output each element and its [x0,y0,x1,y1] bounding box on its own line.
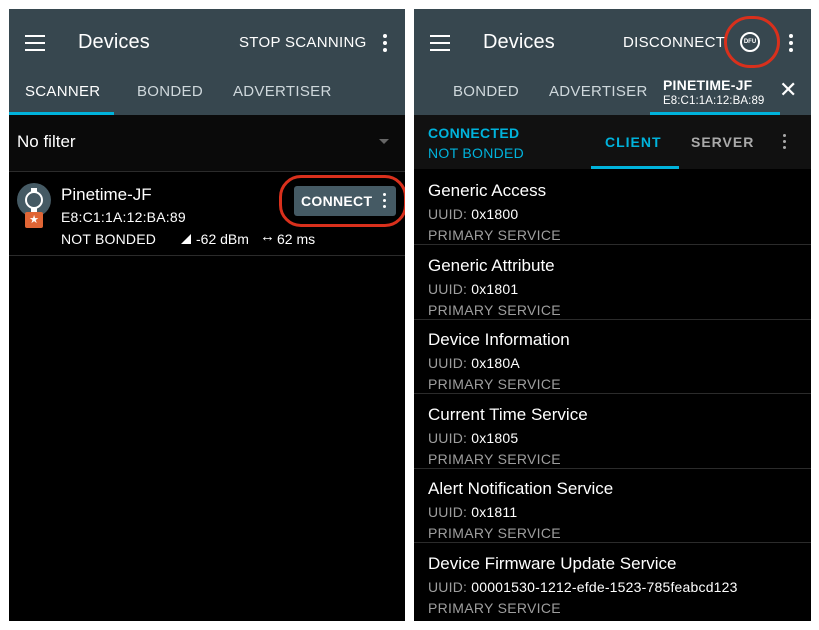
stop-scanning-button[interactable]: STOP SCANNING [239,34,367,51]
service-item[interactable]: Device Firmware Update Service UUID: 000… [414,543,811,618]
signal-strength-icon [181,234,191,244]
service-name: Current Time Service [428,405,588,424]
service-uuid: UUID: 0x1805 [428,430,519,446]
device-name: Pinetime-JF [61,185,152,204]
divider [9,171,405,172]
overflow-menu-icon[interactable] [383,34,387,52]
tab-server[interactable]: SERVER [691,134,754,150]
close-icon[interactable]: ✕ [779,79,797,101]
connect-button[interactable]: CONNECT [294,186,396,216]
service-uuid: UUID: 0x1801 [428,281,519,297]
tab-bonded[interactable]: BONDED [137,83,203,100]
dfu-icon[interactable]: DFU [740,32,760,52]
service-name: Generic Attribute [428,256,555,275]
service-type: PRIMARY SERVICE [428,451,561,467]
device-tab-name: PINETIME-JF [663,77,753,93]
device-client-screen: Devices DISCONNECT DFU BONDED ADVERTISER… [414,9,811,621]
filter-dropdown[interactable]: No filter [9,115,405,171]
client-overflow-icon[interactable] [783,134,787,150]
dropdown-caret-icon [379,139,389,144]
disconnect-button[interactable]: DISCONNECT [623,34,725,51]
device-tab-mac: E8:C1:1A:12:BA:89 [663,95,765,107]
service-uuid: UUID: 0x1800 [428,206,519,222]
tab-advertiser[interactable]: ADVERTISER [549,83,648,100]
overflow-menu-icon[interactable] [789,34,793,52]
filter-label: No filter [17,132,76,151]
service-name: Alert Notification Service [428,479,614,498]
service-uuid: UUID: 0x180A [428,355,520,371]
app-bar: Devices STOP SCANNING SCANNER BONDED ADV… [9,9,405,115]
tab-client[interactable]: CLIENT [605,134,662,150]
service-name: Generic Access [428,181,547,200]
rssi-value: -62 dBm [196,231,249,247]
device-overflow-icon[interactable] [383,193,387,209]
interval-icon: ↔ [260,228,275,245]
service-item[interactable]: Alert Notification Service UUID: 0x1811 … [414,468,811,543]
tab-advertiser[interactable]: ADVERTISER [233,83,332,100]
service-item[interactable]: Generic Attribute UUID: 0x1801 PRIMARY S… [414,245,811,320]
divider [9,255,405,256]
advertising-interval: 62 ms [277,231,316,247]
connection-state: CONNECTED [428,125,520,141]
connection-status-bar: CONNECTED NOT BONDED CLIENT SERVER [414,115,811,169]
service-type: PRIMARY SERVICE [428,600,561,616]
service-item[interactable]: Current Time Service UUID: 0x1805 PRIMAR… [414,394,811,469]
service-type: PRIMARY SERVICE [428,302,561,318]
service-type: PRIMARY SERVICE [428,525,561,541]
service-type: PRIMARY SERVICE [428,376,561,392]
active-subtab-indicator [591,166,679,169]
service-uuid: UUID: 00001530-1212-efde-1523-785feabcd1… [428,579,738,595]
service-type: PRIMARY SERVICE [428,227,561,243]
menu-icon[interactable] [25,35,45,51]
scanner-screen: Devices STOP SCANNING SCANNER BONDED ADV… [9,9,405,621]
app-title: Devices [78,31,150,53]
app-title: Devices [483,31,555,53]
service-item[interactable]: Device Information UUID: 0x180A PRIMARY … [414,319,811,394]
menu-icon[interactable] [430,35,450,51]
connect-button-label: CONNECT [301,193,373,209]
service-name: Device Information [428,330,570,349]
bond-state: NOT BONDED [428,145,525,161]
tab-scanner[interactable]: SCANNER [25,83,100,100]
service-name: Device Firmware Update Service [428,554,677,573]
app-bar: Devices DISCONNECT DFU BONDED ADVERTISER… [414,9,811,115]
star-icon: ★ [25,212,43,228]
device-mac-address: E8:C1:1A:12:BA:89 [61,209,186,225]
bond-state: NOT BONDED [61,231,157,247]
service-uuid: UUID: 0x1811 [428,504,518,520]
tab-bonded[interactable]: BONDED [453,83,519,100]
service-item[interactable]: Generic Access UUID: 0x1800 PRIMARY SERV… [414,170,811,245]
